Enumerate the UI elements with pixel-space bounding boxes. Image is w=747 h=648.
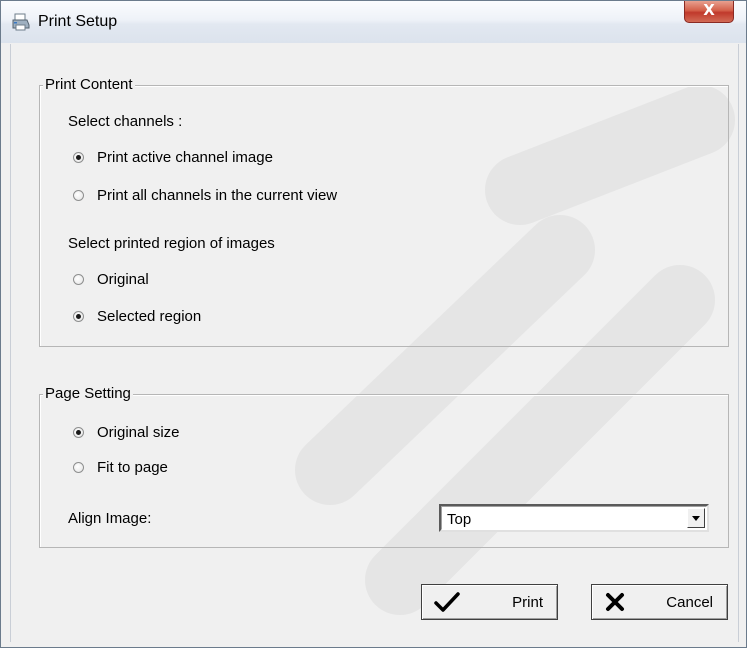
window-title: Print Setup [38, 13, 118, 30]
x-icon [606, 593, 624, 611]
align-image-field[interactable]: Top [441, 506, 707, 530]
radio-label: Original size [97, 423, 180, 441]
select-channels-label: Select channels : [68, 113, 183, 130]
printer-icon [12, 13, 30, 31]
radio-print-active-channel[interactable]: Print active channel image [73, 147, 273, 167]
page-setting-legend: Page Setting [43, 385, 133, 402]
close-icon: X [703, 1, 715, 19]
align-image-value: Top [447, 511, 472, 528]
radio-button-checked[interactable] [73, 310, 84, 322]
close-button[interactable]: X [684, 1, 734, 23]
align-image-select[interactable]: Top [439, 504, 709, 532]
cancel-button[interactable]: Cancel [591, 584, 728, 620]
chevron-down-icon[interactable] [687, 508, 705, 528]
radio-button-checked[interactable] [73, 426, 84, 438]
checkmark-icon [434, 592, 460, 612]
align-image-label: Align Image: [68, 510, 152, 527]
radio-original-size[interactable]: Original size [73, 422, 180, 442]
radio-button[interactable] [73, 273, 84, 285]
cancel-button-label: Cancel [666, 593, 713, 611]
title-bar[interactable]: Print Setup X [1, 1, 746, 43]
radio-button[interactable] [73, 189, 84, 201]
select-region-label: Select printed region of images [68, 235, 275, 252]
radio-button-checked[interactable] [73, 151, 84, 163]
radio-label: Fit to page [97, 458, 168, 476]
radio-button[interactable] [73, 461, 84, 473]
print-button-label: Print [512, 593, 543, 611]
radio-label: Print all channels in the current view [97, 186, 338, 204]
print-content-legend: Print Content [43, 76, 135, 93]
radio-fit-to-page[interactable]: Fit to page [73, 457, 168, 477]
radio-label: Original [97, 270, 149, 288]
radio-print-all-channels[interactable]: Print all channels in the current view [73, 185, 337, 205]
radio-label: Print active channel image [97, 148, 273, 166]
radio-selected-region[interactable]: Selected region [73, 306, 201, 326]
radio-original[interactable]: Original [73, 269, 149, 289]
print-button[interactable]: Print [421, 584, 558, 620]
radio-label: Selected region [97, 307, 202, 325]
